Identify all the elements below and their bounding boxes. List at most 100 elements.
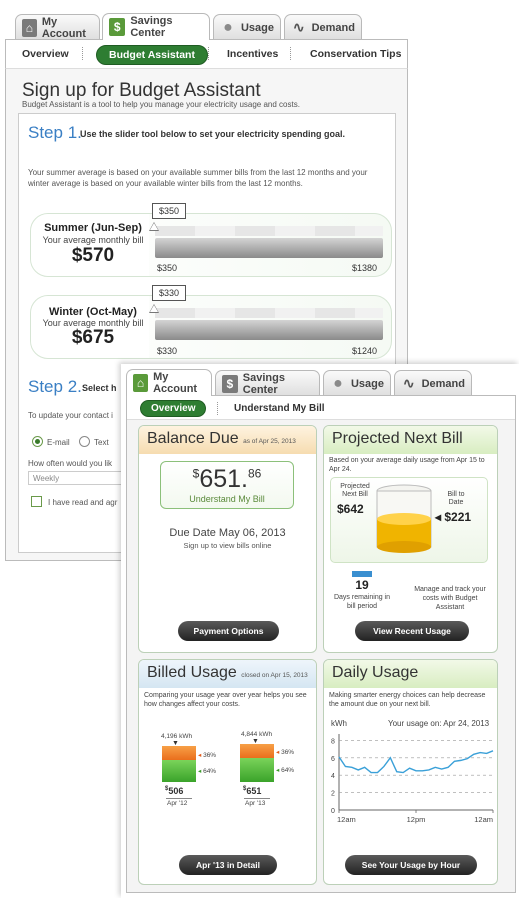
subnav-conservation-tips[interactable]: Conservation Tips <box>310 48 401 60</box>
card-title: Billed Usage <box>147 664 237 681</box>
subnav-understand-bill[interactable]: Understand My Bill <box>234 403 325 414</box>
frequency-select[interactable]: Weekly <box>28 471 123 485</box>
projected-label: Projected Next Bill <box>340 483 370 498</box>
summer-slider-track[interactable] <box>155 226 383 258</box>
year1-date: Apr '12 <box>167 800 188 807</box>
balance-due-card: Balance Due as of Apr 25, 2013 <box>138 425 317 653</box>
y-tick-label: 2 <box>331 791 335 798</box>
budget-assistant-promo[interactable]: Manage and track your costs with Budget … <box>414 585 486 612</box>
winter-amount: $675 <box>71 327 115 348</box>
due-date: Due Date May 06, 2013 <box>169 527 286 539</box>
projected-desc: Based on your average daily usage from A… <box>329 457 485 473</box>
text-label: Text <box>94 438 109 447</box>
subnav-incentives[interactable]: Incentives <box>227 48 278 60</box>
days-indicator <box>352 571 372 577</box>
subnav-budget-assistant[interactable]: Budget Assistant <box>96 45 208 65</box>
summer-goal-value: $350 <box>152 203 187 219</box>
bill-cylinder-graphic <box>376 484 432 553</box>
y-tick-label: 4 <box>331 773 335 780</box>
payment-options-button[interactable]: Payment Options <box>178 621 279 641</box>
tab-my-account[interactable]: ⌂ My Account <box>15 14 100 40</box>
usage-line <box>338 750 494 774</box>
wave-icon: ∿ <box>292 19 305 35</box>
year1-amount: $506 <box>165 786 184 796</box>
frequency-question: How often would you lik <box>28 459 113 468</box>
y-tick-label: 0 <box>331 808 335 815</box>
usage-by-hour-button[interactable]: See Your Usage by Hour <box>345 855 477 875</box>
to-date-label: Bill to Date <box>447 491 465 506</box>
divider <box>208 47 209 60</box>
detail-button[interactable]: Apr '13 in Detail <box>179 855 277 875</box>
winter-max: $1240 <box>352 346 378 356</box>
summer-amount: $570 <box>71 245 115 266</box>
winter-min: $330 <box>157 346 178 356</box>
tab-my-account[interactable]: ⌂ My Account <box>126 369 212 396</box>
subnav-overview[interactable]: Overview <box>22 48 69 60</box>
dollar-icon: $ <box>109 18 126 36</box>
lightbulb-icon: ● <box>333 374 343 392</box>
as-of-date: as of Apr 25, 2013 <box>243 438 296 445</box>
online-signup-link[interactable]: Sign up to view bills online <box>138 541 317 550</box>
card-title: Daily Usage <box>324 660 497 688</box>
x-tick-label: 12am <box>337 815 356 824</box>
y-tick-label: 6 <box>331 756 335 763</box>
days-remaining: 19 <box>355 578 369 592</box>
tab-savings-center[interactable]: $ Savings Center <box>102 13 210 40</box>
winter-slider-track[interactable] <box>155 308 383 340</box>
divider <box>82 47 83 60</box>
agree-checkbox[interactable] <box>31 496 42 507</box>
year2-amount: $651 <box>243 786 262 796</box>
winter-goal-value: $330 <box>152 285 187 301</box>
agree-label: I have read and agr <box>48 498 118 507</box>
year2-date: Apr '13 <box>245 800 266 807</box>
closed-date: closed on Apr 15, 2013 <box>241 672 308 679</box>
summer-slider-handle[interactable] <box>149 222 159 231</box>
text-radio[interactable] <box>79 436 90 447</box>
year2-offpeak-bar <box>240 758 274 782</box>
summer-caption: Your average monthly bill <box>42 235 144 245</box>
card-title: Balance Due <box>147 430 239 447</box>
projected-amount: $642 <box>337 502 364 516</box>
card-title: Projected Next Bill <box>324 426 497 454</box>
tab-demand[interactable]: ∿ Demand <box>284 14 362 40</box>
email-label: E-mail <box>47 438 70 447</box>
chart-title: Your usage on: Apr 24, 2013 <box>388 719 490 728</box>
balance-amount: $651.86 <box>192 465 262 493</box>
y-tick-label: 8 <box>331 738 335 745</box>
view-recent-usage-button[interactable]: View Recent Usage <box>355 621 469 641</box>
dollar-icon: $ <box>222 374 238 393</box>
x-tick-label: 12pm <box>407 815 426 824</box>
home-icon: ⌂ <box>22 18 37 37</box>
summer-min: $350 <box>157 263 178 273</box>
year1-offpeak-bar <box>162 760 196 782</box>
year2-peak-bar <box>240 744 274 758</box>
subnav-overview[interactable]: Overview <box>140 400 207 417</box>
divider <box>290 47 291 60</box>
chart-unit: kWh <box>331 719 347 728</box>
year1-peak-bar <box>162 746 196 760</box>
step2-text: Select h <box>82 383 117 393</box>
divider <box>217 402 218 415</box>
contact-text: To update your contact i <box>28 411 113 420</box>
summer-season: Summer (Jun-Sep) <box>44 222 142 234</box>
tab-demand[interactable]: ∿ Demand <box>394 370 472 396</box>
step1-number: Step 1. <box>28 123 82 142</box>
tab-savings-center[interactable]: $ Savings Center <box>215 370 320 396</box>
lightbulb-icon: ● <box>223 18 233 36</box>
tab-usage[interactable]: ● Usage <box>213 14 281 40</box>
tab-usage[interactable]: ● Usage <box>323 370 391 396</box>
winter-slider-handle[interactable] <box>149 304 159 313</box>
daily-desc: Making smarter energy choices can help d… <box>329 692 486 708</box>
x-tick-label: 12am <box>474 815 493 824</box>
email-radio[interactable] <box>32 436 43 447</box>
year2-offpeak-pct: ◂ 64% <box>276 767 295 774</box>
summer-max: $1380 <box>352 263 378 273</box>
year1-peak-pct: ◂ 36% <box>198 752 217 759</box>
days-label: Days remaining in bill period <box>333 594 391 610</box>
to-date-amount: ◂ $221 <box>435 510 472 524</box>
year2-peak-pct: ◂ 36% <box>276 749 295 756</box>
daily-usage-chart: 8642012am 12pm 12am <box>331 734 494 824</box>
understand-bill-link[interactable]: Understand My Bill <box>160 494 294 504</box>
step2-number: Step 2. <box>28 377 82 396</box>
step1-intro: Your summer average is based on your ava… <box>28 168 368 188</box>
